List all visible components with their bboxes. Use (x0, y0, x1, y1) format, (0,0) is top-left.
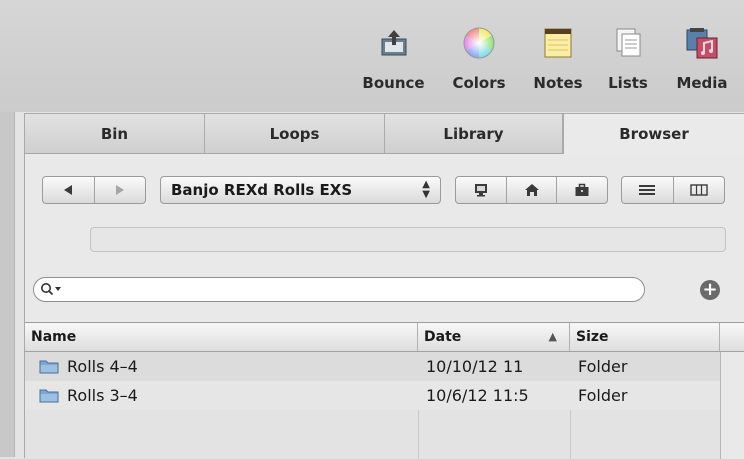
search-input[interactable] (64, 280, 624, 299)
media-panel: Bin Loops Library Browser Banjo REXd Rol… (24, 113, 744, 459)
lists-button[interactable]: Lists (600, 22, 656, 92)
add-button[interactable]: + (700, 280, 720, 300)
add-icon: + (702, 279, 718, 300)
date-cell: 10/10/12 11 (426, 357, 524, 376)
left-edge-strip (0, 112, 15, 457)
view-mode-buttons (621, 176, 725, 204)
back-forward-control (42, 176, 146, 204)
date-cell: 10/6/12 11:5 (426, 386, 529, 405)
colors-label: Colors (452, 74, 506, 92)
bounce-button[interactable]: Bounce (356, 22, 431, 92)
table-header: Name Date ▲ Size (25, 323, 744, 352)
list-view-icon (639, 185, 656, 195)
popup-arrows-icon: ▲ ▼ (422, 179, 430, 200)
tab-browser[interactable]: Browser (563, 114, 744, 154)
project-button[interactable] (557, 177, 607, 203)
name-cell: Rolls 3–4 (25, 381, 418, 410)
column-header-date-label: Date (424, 329, 462, 345)
location-buttons (455, 176, 608, 204)
table-row[interactable]: Rolls 3–4 10/6/12 11:5 Folder (25, 381, 720, 410)
name-cell: Rolls 4–4 (25, 352, 418, 381)
forward-arrow-icon (115, 185, 124, 195)
vertical-scrollbar[interactable] (720, 352, 744, 459)
folder-icon (39, 389, 59, 403)
forward-button[interactable] (95, 177, 146, 203)
bounce-icon (381, 30, 406, 56)
search-field[interactable] (33, 277, 645, 302)
back-button[interactable] (43, 177, 95, 203)
home-icon (524, 184, 539, 196)
tab-library[interactable]: Library (385, 114, 563, 154)
location-label: Banjo REXd Rolls EXS (171, 181, 353, 199)
folder-name: Rolls 3–4 (67, 386, 138, 405)
list-view-button[interactable] (622, 177, 674, 203)
colors-button[interactable]: Colors (444, 22, 514, 92)
lists-label: Lists (608, 74, 648, 92)
column-header-date[interactable]: Date ▲ (418, 323, 570, 351)
tab-loops[interactable]: Loops (205, 114, 385, 154)
lists-icon (616, 28, 641, 57)
media-label: Media (676, 74, 728, 92)
home-button[interactable] (507, 177, 558, 203)
notes-label: Notes (533, 74, 583, 92)
location-popup[interactable]: Banjo REXd Rolls EXS ▲ ▼ (160, 176, 441, 204)
computer-button[interactable] (456, 177, 507, 203)
sort-ascending-icon: ▲ (548, 330, 557, 343)
column-view-button[interactable] (674, 177, 725, 203)
panel-tabs: Bin Loops Library Browser (25, 114, 744, 154)
size-cell: Folder (578, 357, 628, 376)
column-view-icon (690, 184, 708, 196)
folder-name: Rolls 4–4 (67, 357, 138, 376)
column-header-size[interactable]: Size (570, 323, 720, 351)
project-briefcase-icon (575, 183, 589, 196)
file-browser-table: Name Date ▲ Size Rolls 4–4 10/10/12 11 F… (25, 322, 744, 459)
folder-icon (39, 360, 59, 374)
computer-icon (474, 184, 487, 197)
column-header-name[interactable]: Name (25, 323, 418, 351)
table-row[interactable]: Rolls 4–4 10/10/12 11 Folder (25, 352, 720, 381)
tab-bin[interactable]: Bin (25, 114, 205, 154)
media-icon (686, 28, 718, 59)
path-bar (90, 227, 726, 252)
notes-button[interactable]: Notes (526, 22, 590, 92)
colors-icon (463, 27, 495, 59)
notes-icon (544, 28, 572, 58)
size-cell: Folder (578, 386, 628, 405)
search-icon[interactable] (40, 282, 66, 298)
bounce-label: Bounce (362, 74, 425, 92)
top-toolbar: Bounce Colors Notes Lists Media (0, 0, 744, 112)
media-button[interactable]: Media (667, 22, 737, 92)
back-arrow-icon (64, 185, 73, 195)
